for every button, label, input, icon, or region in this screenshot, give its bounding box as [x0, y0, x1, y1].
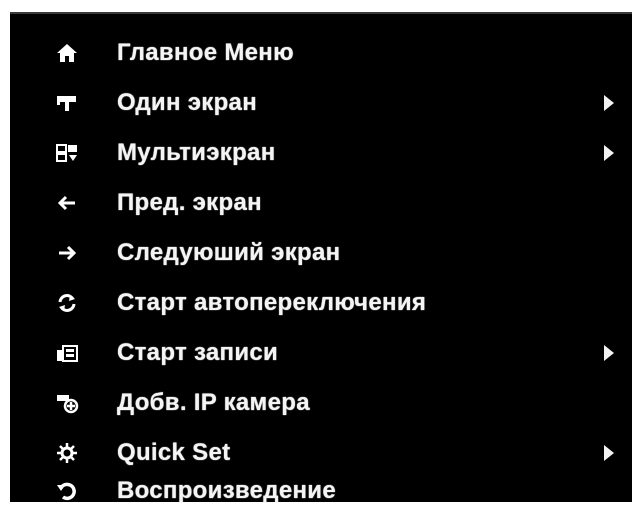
- menu-item-label: Мультиэкран: [117, 139, 276, 166]
- playback-icon: [50, 478, 84, 504]
- menu-item-quick-set[interactable]: Quick Set: [10, 428, 632, 478]
- menu-item-previous-screen[interactable]: Пред. экран: [10, 178, 632, 228]
- menu-item-next-screen[interactable]: Следуюший экран: [10, 228, 632, 278]
- add-ip-camera-icon: [50, 386, 84, 420]
- menu-item-main-menu[interactable]: Главное Меню: [10, 28, 632, 78]
- home-icon: [50, 36, 84, 70]
- arrow-right-icon: [50, 236, 84, 270]
- submenu-arrow-icon: [604, 445, 614, 461]
- menu-item-auto-switch[interactable]: Старт автопереключения: [10, 278, 632, 328]
- menu-item-label: Старт автопереключения: [117, 289, 427, 316]
- menu-item-label: Добв. IP камера: [117, 389, 310, 416]
- submenu-arrow-icon: [604, 145, 614, 161]
- menu-item-label: Старт записи: [117, 339, 279, 366]
- multiscreen-icon: [50, 136, 84, 170]
- menu-item-label: Пред. экран: [117, 189, 262, 216]
- menu-item-add-ip-camera[interactable]: Добв. IP камера: [10, 378, 632, 428]
- menu-item-start-recording[interactable]: Старт записи: [10, 328, 632, 378]
- menu-item-label: Quick Set: [117, 439, 231, 466]
- context-menu: Главное Меню Один экран Мультиэкран Пред…: [10, 12, 632, 504]
- submenu-arrow-icon: [604, 345, 614, 361]
- single-camera-icon: [50, 86, 84, 120]
- gear-icon: [50, 436, 84, 470]
- screen-frame: Главное Меню Один экран Мультиэкран Пред…: [0, 0, 639, 513]
- menu-item-single-screen[interactable]: Один экран: [10, 78, 632, 128]
- record-icon: [50, 336, 84, 370]
- menu-item-playback[interactable]: Воспроизведение: [10, 477, 632, 504]
- menu-item-label: Воспроизведение: [117, 477, 336, 504]
- menu-item-label: Один экран: [117, 89, 257, 116]
- menu-item-label: Следуюший экран: [117, 239, 341, 266]
- arrow-left-icon: [50, 186, 84, 220]
- submenu-arrow-icon: [604, 95, 614, 111]
- menu-item-label: Главное Меню: [117, 39, 294, 66]
- auto-switch-icon: [50, 286, 84, 320]
- menu-item-multiscreen[interactable]: Мультиэкран: [10, 128, 632, 178]
